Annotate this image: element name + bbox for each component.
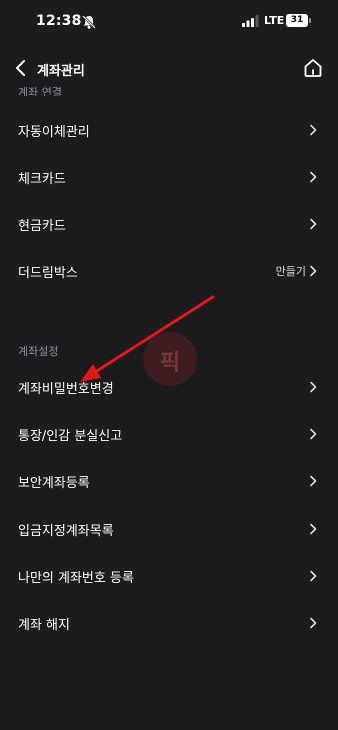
- menu-item-label: 체크카드: [18, 172, 66, 187]
- home-icon[interactable]: [302, 57, 324, 79]
- menu-item-label: 입금지정계좌목록: [18, 524, 114, 539]
- chevron-right-icon: [310, 381, 317, 393]
- menu-item-secure-account-registration[interactable]: 보안계좌등록: [0, 458, 338, 504]
- network-type: LTE: [264, 14, 285, 27]
- page-title: 계좌관리: [37, 64, 85, 79]
- status-bar: 12:38 LTE 31: [0, 0, 338, 44]
- menu-item-label: 보안계좌등록: [18, 476, 90, 491]
- signal-icon: [242, 15, 259, 27]
- menu-item-label: 자동이체관리: [18, 125, 90, 140]
- menu-item-label: 계좌비밀번호변경: [18, 382, 114, 397]
- menu-item-label: 통장/인감 분실신고: [18, 429, 123, 444]
- menu-item-label: 나만의 계좌번호 등록: [18, 571, 134, 586]
- back-icon[interactable]: [14, 59, 28, 77]
- battery-icon: 31: [286, 14, 311, 27]
- chevron-right-icon: [310, 218, 317, 230]
- menu-item-custom-account-number[interactable]: 나만의 계좌번호 등록: [0, 553, 338, 599]
- menu-item-label: 계좌 해지: [18, 618, 70, 633]
- section-label-partial: 계좌 연결: [18, 86, 62, 96]
- chevron-right-icon: [310, 124, 317, 136]
- chevron-right-icon: [310, 428, 317, 440]
- section-label-account-settings: 계좌설정: [18, 345, 59, 358]
- status-time: 12:38: [36, 13, 82, 29]
- chevron-right-icon: [310, 617, 317, 629]
- chevron-right-icon: [310, 570, 317, 582]
- nav-bar: 계좌관리: [0, 50, 338, 86]
- chevron-right-icon: [310, 475, 317, 487]
- menu-item-check-card[interactable]: 체크카드: [0, 154, 338, 200]
- menu-item-close-account[interactable]: 계좌 해지: [0, 600, 338, 646]
- menu-item-label: 더드림박스: [18, 266, 78, 281]
- create-link[interactable]: 만들기: [276, 263, 306, 279]
- menu-item-auto-transfer[interactable]: 자동이체관리: [0, 107, 338, 153]
- menu-item-the-dream-box[interactable]: 더드림박스 만들기: [0, 248, 338, 294]
- menu-item-label: 현금카드: [18, 219, 66, 234]
- menu-item-report-lost-passbook[interactable]: 통장/인감 분실신고: [0, 411, 338, 457]
- menu-item-designated-deposit-accounts[interactable]: 입금지정계좌목록: [0, 506, 338, 552]
- menu-item-change-account-password[interactable]: 계좌비밀번호변경: [0, 364, 338, 410]
- menu-item-cash-card[interactable]: 현금카드: [0, 201, 338, 247]
- bell-muted-icon: [82, 15, 96, 29]
- chevron-right-icon: [310, 523, 317, 535]
- chevron-right-icon: [310, 265, 317, 277]
- chevron-right-icon: [310, 171, 317, 183]
